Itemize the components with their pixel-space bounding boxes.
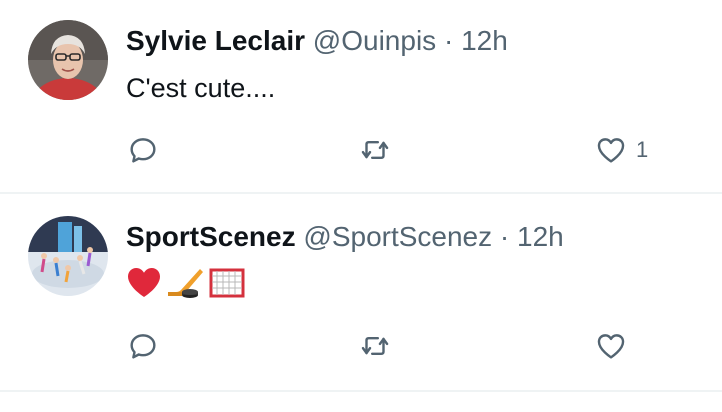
like-button[interactable]: [594, 326, 636, 366]
retweet-arrows-icon: [361, 141, 389, 159]
tweet-timestamp[interactable]: 12h: [517, 221, 564, 252]
avatar[interactable]: [28, 20, 108, 100]
tweet-header: Sylvie Leclair @Ouinpis · 12h: [126, 24, 508, 58]
retweet-button[interactable]: [358, 130, 400, 170]
heart-outline-icon: [597, 334, 625, 359]
heart-outline-icon: [597, 138, 625, 163]
speech-bubble-icon: [130, 138, 156, 163]
avatar[interactable]: [28, 216, 108, 296]
retweet-button[interactable]: [358, 326, 400, 366]
reply-button[interactable]: [126, 326, 168, 366]
separator-dot: ·: [443, 25, 454, 56]
tweet-actions: [0, 326, 722, 366]
like-count: 1: [636, 137, 649, 162]
tweet-header: SportScenez @SportScenez · 12h: [126, 220, 564, 254]
tweet-timestamp[interactable]: 12h: [461, 25, 508, 56]
speech-bubble-icon: [130, 334, 156, 359]
like-button[interactable]: 1: [594, 130, 648, 170]
avatar-photo: [28, 20, 108, 100]
tweet-feed: Sylvie Leclair @Ouinpis · 12h C'est cute…: [0, 0, 722, 412]
ice-hockey-emoji: [168, 269, 203, 298]
author-handle[interactable]: @SportScenez: [303, 221, 492, 252]
tweet-actions: 1: [0, 130, 722, 170]
tweet-emoji-text: [126, 266, 246, 300]
retweet-arrows-icon: [361, 337, 389, 355]
author-name[interactable]: SportScenez: [126, 221, 296, 252]
separator-dot: ·: [499, 221, 510, 252]
reply-button[interactable]: [126, 130, 168, 170]
tweet[interactable]: SportScenez @SportScenez · 12h: [0, 194, 722, 392]
tweet-text: C'est cute....: [126, 73, 276, 103]
author-handle[interactable]: @Ouinpis: [313, 25, 436, 56]
tweet[interactable]: Sylvie Leclair @Ouinpis · 12h C'est cute…: [0, 0, 722, 194]
red-heart-emoji: [128, 268, 160, 297]
author-name[interactable]: Sylvie Leclair: [126, 25, 305, 56]
goal-net-emoji: [209, 268, 245, 298]
avatar-photo: [28, 216, 108, 296]
